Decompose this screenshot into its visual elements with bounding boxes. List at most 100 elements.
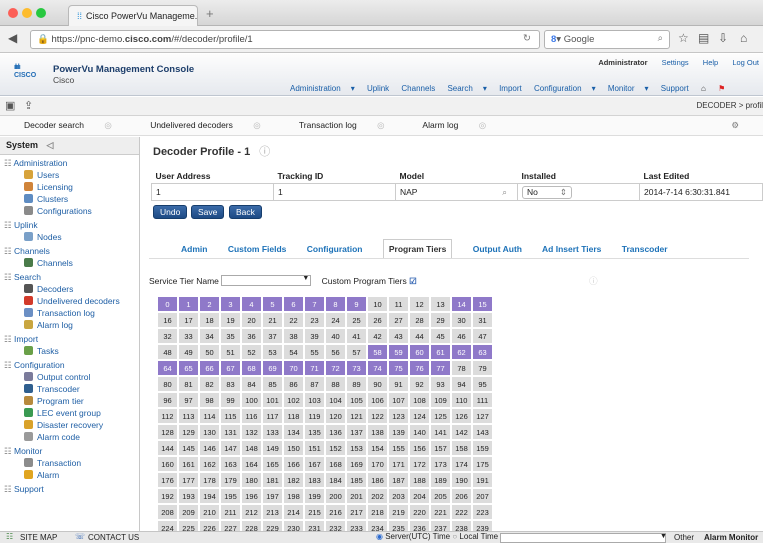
undo-button[interactable]: Undo <box>153 205 188 219</box>
tier-cell[interactable]: 156 <box>410 441 429 455</box>
home-nav-icon[interactable]: ⌂ <box>701 84 706 93</box>
tier-cell[interactable]: 54 <box>284 345 303 359</box>
tier-cell[interactable]: 158 <box>452 441 471 455</box>
tier-cell[interactable]: 58 <box>368 345 387 359</box>
tier-cell[interactable]: 136 <box>326 425 345 439</box>
tier-cell[interactable]: 61 <box>431 345 450 359</box>
tier-cell[interactable]: 159 <box>473 441 492 455</box>
tier-cell[interactable]: 235 <box>389 521 408 531</box>
tier-cell[interactable]: 149 <box>263 441 282 455</box>
tier-cell[interactable]: 214 <box>284 505 303 519</box>
tier-cell[interactable]: 238 <box>452 521 471 531</box>
tier-cell[interactable]: 44 <box>410 329 429 343</box>
tier-cell[interactable]: 92 <box>410 377 429 391</box>
tier-cell[interactable]: 233 <box>347 521 366 531</box>
tier-cell[interactable]: 189 <box>431 473 450 487</box>
tier-cell[interactable]: 20 <box>242 313 261 327</box>
tier-cell[interactable]: 220 <box>410 505 429 519</box>
tier-cell[interactable]: 6 <box>284 297 303 311</box>
tier-cell[interactable]: 227 <box>221 521 240 531</box>
tier-cell[interactable]: 164 <box>242 457 261 471</box>
tier-cell[interactable]: 38 <box>284 329 303 343</box>
tier-cell[interactable]: 4 <box>242 297 261 311</box>
tier-cell[interactable]: 160 <box>158 457 177 471</box>
back-arrow-icon[interactable]: ◀ <box>8 31 17 45</box>
browser-search-box[interactable]: 8▾ Google ⌕ <box>544 30 670 49</box>
sidebar-item[interactable]: LEC event group <box>0 407 139 419</box>
tier-cell[interactable]: 169 <box>347 457 366 471</box>
sidebar-item[interactable]: Undelivered decoders <box>0 295 139 307</box>
tier-cell[interactable]: 134 <box>284 425 303 439</box>
tier-cell[interactable]: 124 <box>410 409 429 423</box>
tier-cell[interactable]: 137 <box>347 425 366 439</box>
sidebar-section[interactable]: ☷ Support <box>0 481 139 495</box>
tier-cell[interactable]: 143 <box>473 425 492 439</box>
tier-cell[interactable]: 178 <box>200 473 219 487</box>
tier-cell[interactable]: 23 <box>305 313 324 327</box>
tier-cell[interactable]: 180 <box>242 473 261 487</box>
tracking-id-value[interactable]: 1 <box>273 183 396 201</box>
nav-search[interactable]: Search <box>447 84 472 93</box>
sidebar-section[interactable]: ☷ Monitor <box>0 443 139 457</box>
tier-cell[interactable]: 55 <box>305 345 324 359</box>
tier-cell[interactable]: 101 <box>263 393 282 407</box>
sidebar-item[interactable]: Alarm log <box>0 319 139 331</box>
tier-cell[interactable]: 29 <box>431 313 450 327</box>
tier-cell[interactable]: 67 <box>221 361 240 375</box>
tab-admin[interactable]: Admin <box>181 244 207 254</box>
sidebar-item[interactable]: Alarm <box>0 469 139 481</box>
tier-cell[interactable]: 75 <box>389 361 408 375</box>
tier-cell[interactable]: 5 <box>263 297 282 311</box>
nav-support[interactable]: Support <box>661 84 689 93</box>
tier-cell[interactable]: 83 <box>221 377 240 391</box>
tier-cell[interactable]: 232 <box>326 521 345 531</box>
installed-field[interactable]: No ⇕ <box>517 183 640 201</box>
tier-cell[interactable]: 85 <box>263 377 282 391</box>
tier-cell[interactable]: 41 <box>347 329 366 343</box>
tier-cell[interactable]: 72 <box>326 361 345 375</box>
tier-cell[interactable]: 167 <box>305 457 324 471</box>
tier-cell[interactable]: 187 <box>389 473 408 487</box>
tab-transcoder[interactable]: Transcoder <box>622 244 668 254</box>
sidebar-item[interactable]: Program tier <box>0 395 139 407</box>
tier-cell[interactable]: 50 <box>200 345 219 359</box>
subnav-decoder-search[interactable]: Decoder search ◎ <box>24 120 130 130</box>
tier-cell[interactable]: 150 <box>284 441 303 455</box>
tier-cell[interactable]: 176 <box>158 473 177 487</box>
minimize-window-icon[interactable] <box>22 8 32 18</box>
browser-tab[interactable]: ⁞⁞ Cisco PowerVu Manageme... <box>68 5 198 26</box>
tier-cell[interactable]: 192 <box>158 489 177 503</box>
tier-cell[interactable]: 111 <box>473 393 492 407</box>
tier-cell[interactable]: 62 <box>452 345 471 359</box>
tier-cell[interactable]: 117 <box>263 409 282 423</box>
save-button[interactable]: Save <box>191 205 225 219</box>
tier-cell[interactable]: 22 <box>284 313 303 327</box>
tier-cell[interactable]: 116 <box>242 409 261 423</box>
tier-cell[interactable]: 152 <box>326 441 345 455</box>
sidebar-section[interactable]: ☷ Import <box>0 331 139 345</box>
tier-cell[interactable]: 141 <box>431 425 450 439</box>
tier-cell[interactable]: 18 <box>200 313 219 327</box>
bookmark-star-icon[interactable]: ☆ <box>678 31 689 45</box>
tier-cell[interactable]: 228 <box>242 521 261 531</box>
tier-cell[interactable]: 190 <box>452 473 471 487</box>
tier-cell[interactable]: 80 <box>158 377 177 391</box>
tier-cell[interactable]: 146 <box>200 441 219 455</box>
tier-cell[interactable]: 166 <box>284 457 303 471</box>
tier-cell[interactable]: 96 <box>158 393 177 407</box>
tier-cell[interactable]: 229 <box>263 521 282 531</box>
collapse-icon[interactable]: ◁ <box>47 140 54 150</box>
tier-cell[interactable]: 115 <box>221 409 240 423</box>
tier-cell[interactable]: 200 <box>326 489 345 503</box>
tier-cell[interactable]: 59 <box>389 345 408 359</box>
tier-cell[interactable]: 172 <box>410 457 429 471</box>
tier-cell[interactable]: 104 <box>326 393 345 407</box>
tier-cell[interactable]: 14 <box>452 297 471 311</box>
tier-cell[interactable]: 73 <box>347 361 366 375</box>
tier-cell[interactable]: 9 <box>347 297 366 311</box>
tier-cell[interactable]: 221 <box>431 505 450 519</box>
tier-cell[interactable]: 231 <box>305 521 324 531</box>
tier-cell[interactable]: 16 <box>158 313 177 327</box>
tier-cell[interactable]: 195 <box>221 489 240 503</box>
tier-cell[interactable]: 206 <box>452 489 471 503</box>
